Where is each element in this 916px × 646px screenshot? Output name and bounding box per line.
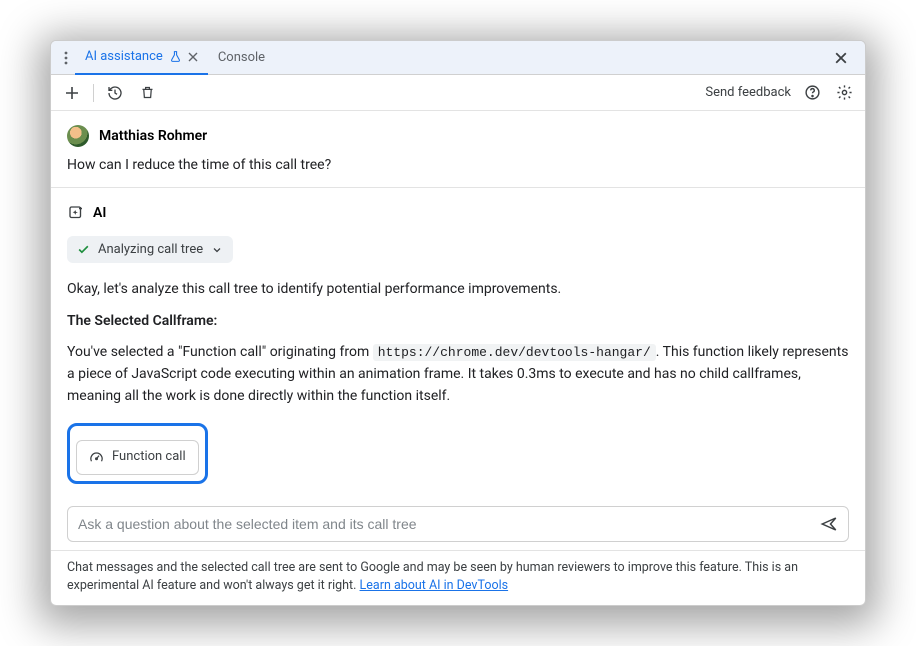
- settings-button[interactable]: [833, 82, 855, 104]
- ai-response: Okay, let's analyze this call tree to id…: [67, 279, 849, 484]
- history-button[interactable]: [104, 82, 126, 104]
- section-heading: The Selected Callframe:: [67, 313, 217, 329]
- tab-strip: AI assistance Console: [51, 41, 865, 75]
- separator: [51, 187, 865, 188]
- tab-label: AI assistance: [85, 49, 163, 64]
- disclaimer-footer: Chat messages and the selected call tree…: [51, 550, 865, 605]
- divider: [93, 84, 94, 102]
- check-icon: [77, 243, 90, 256]
- sparkle-icon: [67, 204, 85, 222]
- status-text: Analyzing call tree: [98, 242, 203, 257]
- toolbar: Send feedback: [51, 75, 865, 111]
- user-header: Matthias Rohmer: [67, 125, 849, 147]
- chip-label: Function call: [112, 447, 186, 467]
- chat-input-row: [67, 506, 849, 542]
- gauge-icon: [89, 450, 104, 465]
- more-tabs-icon[interactable]: [57, 51, 75, 65]
- new-chat-button[interactable]: [61, 82, 83, 104]
- ai-header: AI: [67, 204, 849, 222]
- tab-ai-assistance[interactable]: AI assistance: [75, 41, 208, 75]
- delete-button[interactable]: [136, 82, 158, 104]
- highlighted-chip-frame: Function call: [67, 423, 208, 483]
- close-tab-icon[interactable]: [188, 52, 198, 62]
- tab-label: Console: [218, 50, 265, 65]
- ai-body-paragraph: You've selected a "Function call" origin…: [67, 342, 849, 407]
- avatar: [67, 125, 89, 147]
- ai-label: AI: [93, 205, 106, 221]
- code-url: https://chrome.dev/devtools-hangar/: [373, 344, 656, 361]
- chevron-down-icon: [211, 244, 223, 256]
- send-feedback-link[interactable]: Send feedback: [705, 85, 791, 100]
- user-name: Matthias Rohmer: [99, 128, 207, 144]
- learn-more-link[interactable]: Learn about AI in DevTools: [360, 578, 509, 593]
- function-call-chip[interactable]: Function call: [76, 440, 199, 474]
- flask-icon: [169, 50, 182, 63]
- chat-input[interactable]: [78, 516, 820, 532]
- tab-console[interactable]: Console: [208, 41, 275, 75]
- help-button[interactable]: [801, 82, 823, 104]
- close-panel-icon[interactable]: [835, 52, 859, 64]
- devtools-panel: AI assistance Console Send feedback: [50, 40, 866, 606]
- footer-line1: Chat messages and the selected call tree…: [67, 560, 742, 575]
- analyzing-chip[interactable]: Analyzing call tree: [67, 236, 233, 263]
- user-message: How can I reduce the time of this call t…: [67, 157, 849, 173]
- send-button[interactable]: [820, 515, 838, 533]
- conversation: Matthias Rohmer How can I reduce the tim…: [51, 111, 865, 494]
- ai-intro: Okay, let's analyze this call tree to id…: [67, 279, 849, 301]
